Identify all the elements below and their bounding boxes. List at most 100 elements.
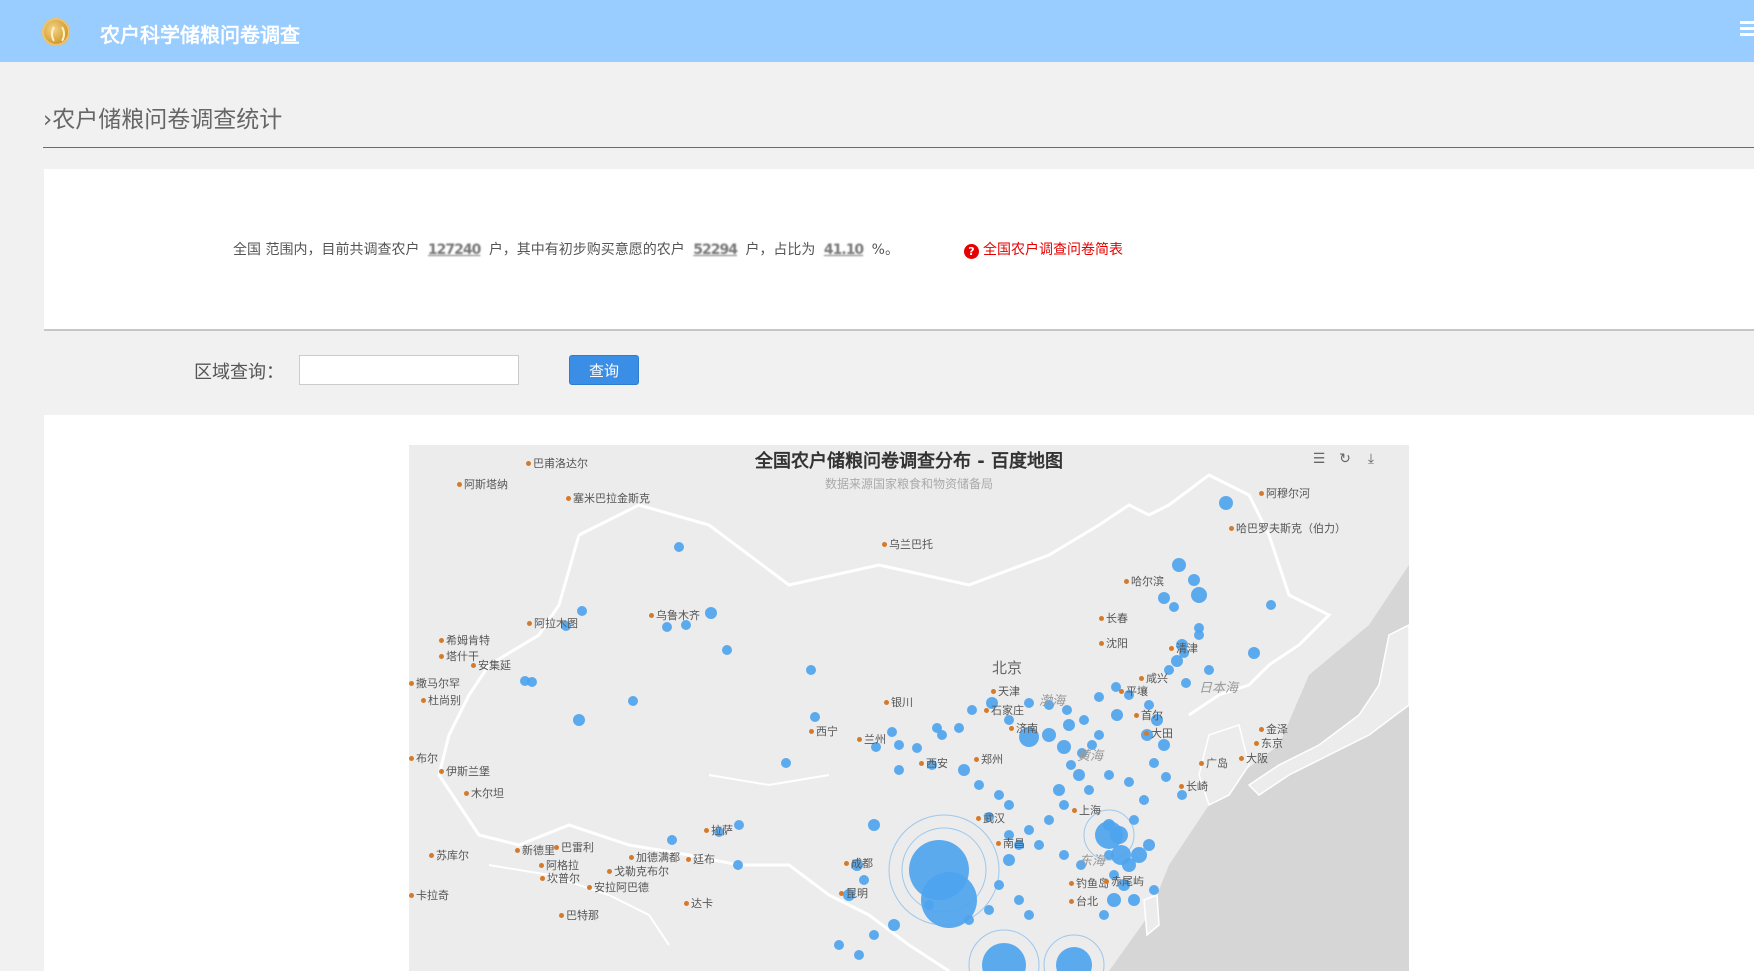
survey-point[interactable]: [1084, 785, 1094, 795]
survey-point[interactable]: [894, 765, 904, 775]
survey-point[interactable]: [1181, 678, 1191, 688]
survey-point[interactable]: [834, 940, 844, 950]
city-label: 上海: [1072, 802, 1101, 818]
survey-point[interactable]: [705, 607, 717, 619]
survey-point[interactable]: [1143, 839, 1155, 851]
survey-table-link[interactable]: ? 全国农户调查问卷简表: [964, 239, 1123, 259]
city-label: 戈勒克布尔: [607, 863, 669, 879]
survey-point[interactable]: [887, 727, 897, 737]
survey-point[interactable]: [733, 860, 743, 870]
summary-mid1: 户，其中有初步购买意愿的农户: [488, 242, 685, 258]
survey-point[interactable]: [667, 835, 677, 845]
survey-point[interactable]: [1248, 647, 1260, 659]
survey-point[interactable]: [912, 743, 922, 753]
survey-point[interactable]: [1024, 698, 1034, 708]
survey-point[interactable]: [937, 730, 947, 740]
survey-point[interactable]: [1044, 815, 1054, 825]
download-icon[interactable]: ⤓: [1363, 451, 1379, 467]
survey-point[interactable]: [1161, 772, 1171, 782]
survey-point[interactable]: [1171, 655, 1183, 667]
survey-point[interactable]: [1094, 730, 1104, 740]
survey-point[interactable]: [1094, 692, 1104, 702]
survey-point[interactable]: [1104, 850, 1114, 860]
survey-point[interactable]: [810, 712, 820, 722]
survey-point[interactable]: [958, 764, 970, 776]
summary-mid2: 户，占比为: [745, 242, 816, 258]
survey-point[interactable]: [984, 905, 994, 915]
survey-point[interactable]: [674, 542, 684, 552]
sea-label: 东海: [1079, 854, 1106, 869]
survey-point[interactable]: [520, 676, 530, 686]
survey-point[interactable]: [1129, 815, 1139, 825]
survey-point[interactable]: [888, 919, 900, 931]
survey-point[interactable]: [1204, 665, 1214, 675]
survey-cluster[interactable]: [1095, 821, 1123, 849]
survey-point[interactable]: [1073, 769, 1085, 781]
survey-point[interactable]: [806, 665, 816, 675]
city-label: 阿拉木图: [527, 615, 578, 631]
query-button[interactable]: 查询: [569, 355, 639, 385]
survey-point[interactable]: [1107, 893, 1121, 907]
survey-point[interactable]: [1124, 777, 1134, 787]
survey-point[interactable]: [1004, 800, 1014, 810]
survey-point[interactable]: [1219, 496, 1233, 510]
survey-point[interactable]: [577, 606, 587, 616]
city-label: 安拉阿巴德: [587, 879, 649, 895]
survey-point[interactable]: [1104, 770, 1114, 780]
region-query-input[interactable]: [299, 355, 519, 385]
survey-point[interactable]: [1024, 910, 1034, 920]
survey-point[interactable]: [1014, 895, 1024, 905]
distribution-map[interactable]: 全国农户储粮问卷调查分布 - 百度地图 数据来源国家粮食和物资储备局 ☰ ↻ ⤓…: [409, 445, 1409, 971]
survey-point[interactable]: [1003, 854, 1015, 866]
survey-point[interactable]: [859, 875, 869, 885]
survey-point[interactable]: [781, 758, 791, 768]
survey-point[interactable]: [1057, 740, 1071, 754]
survey-cluster[interactable]: [982, 943, 1026, 971]
hamburger-menu-icon[interactable]: [1740, 21, 1754, 37]
survey-point[interactable]: [1059, 800, 1069, 810]
survey-point[interactable]: [967, 705, 977, 715]
survey-point[interactable]: [1128, 894, 1140, 906]
survey-point[interactable]: [1024, 825, 1034, 835]
survey-point[interactable]: [974, 780, 984, 790]
survey-point[interactable]: [1099, 910, 1109, 920]
survey-point[interactable]: [1042, 728, 1056, 742]
survey-point[interactable]: [1149, 758, 1159, 768]
survey-point[interactable]: [1079, 715, 1089, 725]
city-label: 济南: [1009, 720, 1038, 736]
survey-point[interactable]: [1063, 719, 1075, 731]
refresh-icon[interactable]: ↻: [1337, 451, 1353, 467]
survey-point[interactable]: [1149, 885, 1159, 895]
survey-point[interactable]: [954, 723, 964, 733]
survey-point[interactable]: [1053, 784, 1065, 796]
survey-cluster[interactable]: [921, 872, 977, 928]
survey-point[interactable]: [994, 880, 1004, 890]
city-label: 西安: [919, 755, 948, 771]
survey-point[interactable]: [869, 930, 879, 940]
survey-point[interactable]: [1194, 630, 1204, 640]
survey-point[interactable]: [894, 740, 904, 750]
survey-point[interactable]: [1266, 600, 1276, 610]
data-view-icon[interactable]: ☰: [1311, 451, 1327, 467]
survey-point[interactable]: [868, 819, 880, 831]
survey-point[interactable]: [1066, 760, 1076, 770]
survey-point[interactable]: [1034, 840, 1044, 850]
survey-point[interactable]: [994, 790, 1004, 800]
survey-point[interactable]: [1188, 574, 1200, 586]
survey-cluster[interactable]: [1056, 947, 1092, 971]
survey-point[interactable]: [1139, 795, 1149, 805]
survey-point[interactable]: [1158, 592, 1170, 604]
survey-point[interactable]: [1131, 847, 1147, 863]
survey-point[interactable]: [573, 714, 585, 726]
city-label: 银川: [884, 694, 913, 710]
survey-point[interactable]: [722, 645, 732, 655]
survey-point[interactable]: [854, 950, 864, 960]
survey-point[interactable]: [734, 820, 744, 830]
survey-point[interactable]: [628, 696, 638, 706]
survey-point[interactable]: [1191, 587, 1207, 603]
survey-point[interactable]: [1169, 602, 1179, 612]
survey-point[interactable]: [1172, 558, 1186, 572]
survey-point[interactable]: [1111, 709, 1123, 721]
survey-point[interactable]: [1059, 850, 1069, 860]
survey-point[interactable]: [662, 622, 672, 632]
